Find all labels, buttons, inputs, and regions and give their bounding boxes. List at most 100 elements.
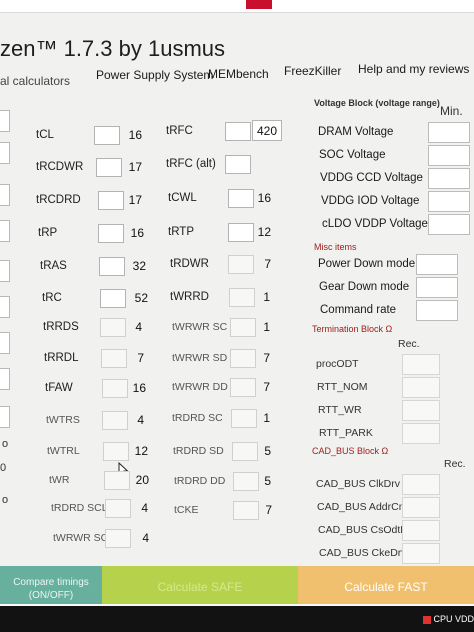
timing-compare-box[interactable]: [105, 499, 131, 518]
timing-compare-box[interactable]: [228, 223, 254, 242]
timing-compare-box[interactable]: [233, 501, 259, 520]
misc-input[interactable]: [416, 254, 458, 275]
timing-compare-box[interactable]: [230, 378, 256, 397]
window-top-strip: [0, 0, 474, 13]
voltage-input[interactable]: [428, 145, 470, 166]
timing-compare-box[interactable]: [100, 318, 126, 337]
timing-value: 12: [134, 444, 148, 458]
timing-label: tRCDRD: [36, 194, 81, 206]
footer-actions: Compare timings (ON/OFF) Calculate SAFE …: [0, 566, 474, 606]
tab-freezkiller[interactable]: FreezKiller: [284, 64, 341, 78]
timing-label: tCWL: [168, 192, 197, 204]
timing-value: 5: [264, 474, 271, 488]
termination-input[interactable]: [402, 423, 440, 444]
left-edge-input[interactable]: [0, 332, 10, 354]
timing-compare-box[interactable]: [105, 529, 131, 548]
left-edge-input[interactable]: [0, 406, 10, 428]
timing-label: tRRDS: [43, 321, 79, 333]
timing-value: 32: [132, 259, 146, 273]
timing-label: tRFC (alt): [166, 158, 216, 170]
termination-input[interactable]: [402, 354, 440, 375]
timing-compare-box[interactable]: [229, 288, 255, 307]
cad-bus-input[interactable]: [402, 474, 440, 495]
timing-compare-box[interactable]: [230, 349, 256, 368]
timing-compare-box[interactable]: [225, 155, 251, 174]
timing-compare-box[interactable]: [98, 224, 124, 243]
timing-value: 16: [132, 381, 146, 395]
tab-membench[interactable]: MEMbench: [208, 67, 269, 81]
timing-value: 16: [130, 226, 144, 240]
voltage-input[interactable]: [428, 122, 470, 143]
left-edge-text: o: [2, 494, 9, 506]
left-edge-input[interactable]: [0, 142, 10, 164]
tab-calculators[interactable]: al calculators: [0, 74, 70, 88]
cad-bus-title: CAD_BUS Block Ω: [312, 446, 389, 456]
timing-compare-box[interactable]: [100, 289, 126, 308]
timing-compare-box[interactable]: [230, 318, 256, 337]
left-edge-input[interactable]: [0, 368, 10, 390]
timing-compare-box[interactable]: [228, 189, 254, 208]
timing-value: 7: [265, 503, 272, 517]
close-button[interactable]: [246, 0, 272, 9]
timing-label: tRDRD SC: [172, 412, 223, 424]
timing-label: tRDRD SCL: [51, 502, 108, 514]
timing-value: 17: [128, 193, 142, 207]
timing-label: tRDWR: [170, 258, 209, 270]
voltage-input[interactable]: [428, 191, 470, 212]
compare-timings-button[interactable]: Compare timings (ON/OFF): [0, 566, 102, 606]
timing-label: tRRDL: [44, 352, 79, 364]
left-edge-input[interactable]: [0, 184, 10, 206]
voltage-input[interactable]: [428, 168, 470, 189]
tray-app-icon[interactable]: [423, 615, 432, 624]
calculate-fast-button[interactable]: Calculate FAST: [298, 566, 474, 606]
timing-compare-box[interactable]: [232, 442, 258, 461]
cad-bus-input[interactable]: [402, 520, 440, 541]
timing-compare-box[interactable]: [103, 442, 129, 461]
app-window: zen™ 1.7.3 by 1usmus al calculators Powe…: [0, 0, 474, 632]
timing-value: 20: [135, 473, 149, 487]
cad-bus-input[interactable]: [402, 543, 440, 564]
timing-compare-box[interactable]: [225, 122, 251, 141]
timing-value: 4: [135, 320, 142, 334]
left-edge-input[interactable]: [0, 220, 10, 242]
timing-compare-box[interactable]: [231, 409, 257, 428]
timing-compare-box[interactable]: [98, 191, 124, 210]
timing-compare-box[interactable]: [233, 472, 259, 491]
calculate-safe-button[interactable]: Calculate SAFE: [102, 566, 298, 606]
cad-bus-label: CAD_BUS CkeDrv: [319, 547, 407, 559]
left-edge-input[interactable]: [0, 296, 10, 318]
tab-help-reviews[interactable]: Help and my reviews: [358, 62, 469, 76]
right-panel: Voltage Block (voltage range) Min. Misc …: [308, 96, 474, 566]
timing-label: tRC: [42, 292, 62, 304]
timing-compare-box[interactable]: [101, 349, 127, 368]
timing-label: tWRWR DD: [172, 381, 228, 393]
voltage-min-header: Min.: [440, 104, 463, 118]
timing-label: tRFC: [166, 125, 193, 137]
voltage-label: VDDG CCD Voltage: [320, 172, 423, 184]
voltage-input[interactable]: [428, 214, 470, 235]
timing-value: 12: [257, 225, 271, 239]
cad-bus-input[interactable]: [402, 497, 440, 518]
misc-input[interactable]: [416, 300, 458, 321]
misc-label: Power Down mode: [318, 258, 416, 270]
timing-value: 7: [263, 380, 270, 394]
timing-compare-box[interactable]: [104, 471, 130, 490]
timing-value: 420: [256, 124, 277, 138]
left-edge-input[interactable]: [0, 260, 10, 282]
misc-input[interactable]: [416, 277, 458, 298]
timing-value: 4: [137, 413, 144, 427]
termination-input[interactable]: [402, 400, 440, 421]
misc-title: Misc items: [314, 242, 357, 252]
timing-label: tCL: [36, 129, 54, 141]
timing-compare-box[interactable]: [99, 257, 125, 276]
tab-power-supply-system[interactable]: Power Supply System: [96, 68, 213, 82]
timing-compare-box[interactable]: [228, 255, 254, 274]
timing-compare-box[interactable]: [102, 379, 128, 398]
left-edge-input[interactable]: [0, 110, 10, 132]
compare-timings-label: Compare timings: [13, 576, 89, 588]
timing-compare-box[interactable]: [94, 126, 120, 145]
timing-compare-box[interactable]: [102, 411, 128, 430]
timing-value: 17: [128, 160, 142, 174]
termination-input[interactable]: [402, 377, 440, 398]
timing-compare-box[interactable]: [96, 158, 122, 177]
